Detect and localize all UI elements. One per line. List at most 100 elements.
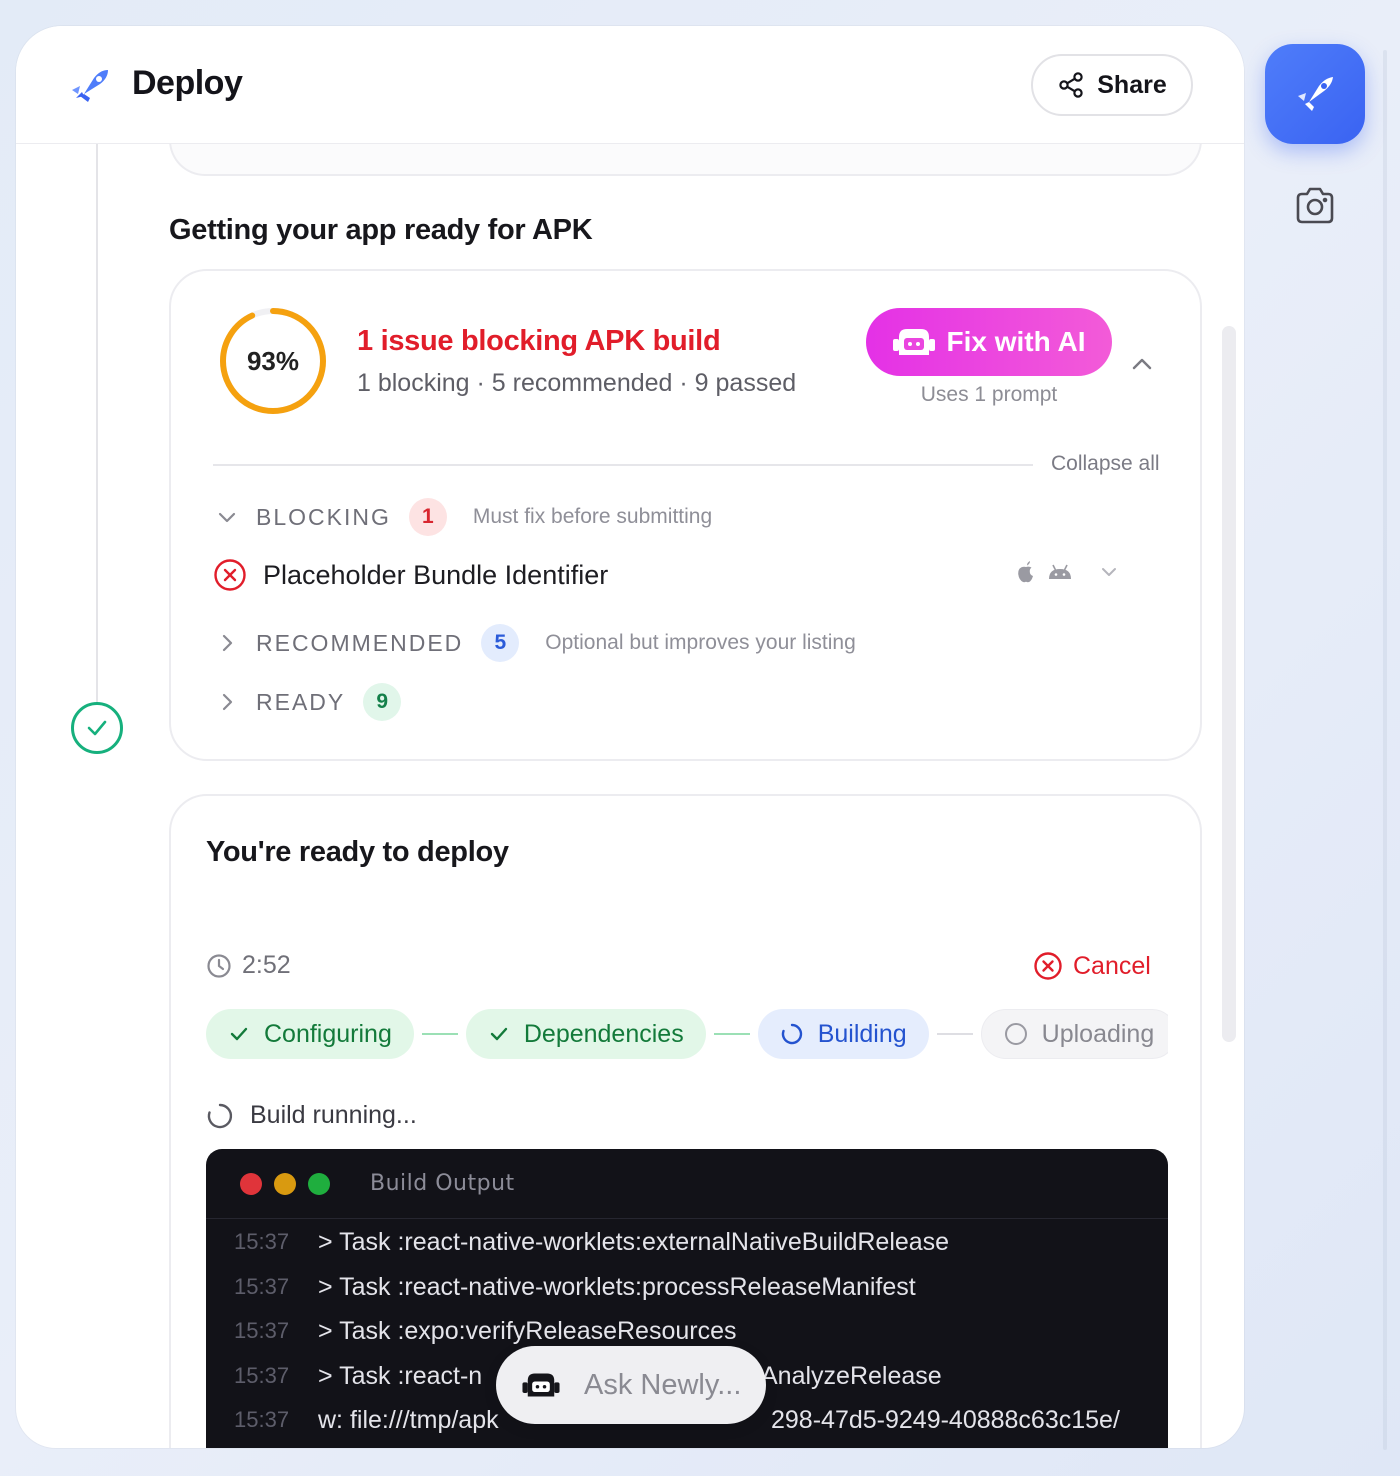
log-time: 15:37	[234, 1318, 290, 1343]
step-connector	[713, 1033, 750, 1035]
check-circle-icon	[71, 702, 123, 754]
log-text: AnalyzeRelease	[761, 1361, 942, 1390]
count-badge: 9	[363, 683, 402, 721]
group-ready[interactable]: READY 9	[216, 683, 402, 721]
issue-item[interactable]: Placeholder Bundle Identifier	[213, 557, 1163, 593]
check-icon	[490, 1027, 508, 1041]
group-blocking[interactable]: BLOCKING 1 Must fix before submitting	[216, 498, 712, 536]
group-recommended[interactable]: RECOMMENDED 5 Optional but improves your…	[216, 624, 856, 662]
group-description: Must fix before submitting	[472, 505, 713, 528]
section-title: Getting your app ready for APK	[169, 214, 593, 246]
log-time: 15:37	[234, 1274, 290, 1299]
app-title: Deploy	[132, 64, 243, 102]
group-label: READY	[256, 688, 346, 715]
log-line-tail: 298-47d5-9249-40888c63c15e/	[771, 1400, 1120, 1440]
group-label: RECOMMENDED	[256, 629, 464, 656]
log-line: 15:37 > Task :react-native-worklets:proc…	[234, 1267, 916, 1307]
log-text: > Task :react-native-worklets:externalNa…	[318, 1227, 950, 1256]
status-text: Build running...	[250, 1101, 417, 1129]
deploy-title: You're ready to deploy	[206, 836, 509, 868]
camera-icon[interactable]	[1294, 186, 1336, 226]
spinner-icon	[781, 1023, 802, 1045]
count-badge: 5	[481, 624, 520, 662]
step-label: Building	[817, 1019, 907, 1048]
step-configuring: Configuring	[206, 1009, 414, 1059]
step-label: Uploading	[1041, 1019, 1155, 1048]
fix-with-ai-button[interactable]: Fix with AI	[866, 308, 1112, 376]
window-close-dot	[240, 1172, 262, 1195]
issue-summary: 1 blocking · 5 recommended · 9 passed	[357, 369, 797, 397]
chevron-right-icon	[222, 693, 233, 711]
count-badge: 1	[408, 498, 447, 536]
log-line: 15:37 > Task :react-native-worklets:exte…	[234, 1222, 949, 1262]
step-connector	[421, 1033, 458, 1035]
share-icon	[1059, 72, 1083, 98]
log-time: 15:37	[234, 1363, 290, 1388]
ask-placeholder: Ask Newly...	[584, 1368, 742, 1401]
group-label: BLOCKING	[256, 503, 391, 530]
spinner-icon	[207, 1103, 233, 1128]
collapse-all-link[interactable]: Collapse all	[1051, 452, 1160, 476]
step-building: Building	[757, 1009, 929, 1059]
readiness-card: 93% 1 issue blocking APK build 1 blockin…	[169, 269, 1202, 761]
step-uploading: Uploading	[980, 1009, 1168, 1059]
log-text: > Task :react-n	[318, 1361, 483, 1390]
step-label: Configuring	[264, 1019, 392, 1048]
terminal-title: Build Output	[370, 1171, 515, 1196]
robot-icon	[892, 329, 935, 355]
ask-ai-input[interactable]: Ask Newly...	[496, 1346, 766, 1424]
group-description: Optional but improves your listing	[545, 631, 856, 654]
top-bar: Deploy Share	[16, 26, 1244, 144]
issue-name: Placeholder Bundle Identifier	[263, 559, 609, 590]
rocket-icon	[1298, 77, 1333, 111]
deploy-rocket-button[interactable]	[1265, 44, 1365, 144]
build-steps: Configuring Dependencies Building Upload…	[206, 1008, 1168, 1060]
log-time: 15:37	[234, 1229, 290, 1254]
fix-button-label: Fix with AI	[946, 326, 1086, 357]
log-line: 15:37 w: file:///tmp/apk	[234, 1400, 499, 1440]
clock-icon	[207, 953, 231, 978]
chevron-right-icon	[222, 634, 233, 652]
log-text: > Task :react-native-worklets:processRel…	[318, 1272, 916, 1301]
cancel-button[interactable]: Cancel	[1033, 951, 1151, 981]
log-time: 15:37	[234, 1407, 290, 1432]
timer-value: 2:52	[242, 951, 291, 979]
cancel-label: Cancel	[1073, 951, 1151, 980]
elapsed-timer: 2:52	[206, 951, 291, 980]
main-panel: Deploy Share Getting your app ready for …	[16, 26, 1244, 1448]
progress-percent: 93%	[246, 345, 300, 376]
check-icon	[230, 1027, 248, 1041]
android-icon	[1049, 564, 1071, 579]
timeline-line	[96, 144, 98, 704]
window-edge	[1383, 50, 1387, 1450]
x-circle-icon	[1034, 952, 1062, 980]
chevron-down-icon[interactable]	[1099, 562, 1119, 582]
share-button[interactable]: Share	[1031, 54, 1193, 116]
x-circle-icon	[214, 559, 246, 591]
log-text: w: file:///tmp/apk	[318, 1405, 499, 1434]
chevron-up-icon[interactable]	[1129, 351, 1155, 377]
log-line: 15:37 > Task :react-n	[234, 1356, 482, 1396]
rocket-logo-icon	[72, 70, 108, 102]
step-label: Dependencies	[523, 1019, 684, 1048]
platform-icons	[1017, 561, 1119, 583]
fix-cost-note: Uses 1 prompt	[920, 383, 1058, 406]
window-maximize-dot	[308, 1172, 330, 1195]
window-minimize-dot	[274, 1172, 296, 1195]
issue-title: 1 issue blocking APK build	[357, 325, 721, 357]
log-text: > Task :expo:verifyReleaseResources	[318, 1316, 737, 1345]
log-line-tail: AnalyzeRelease	[761, 1356, 942, 1396]
log-line: 15:37 > Task :expo:verifyReleaseResource…	[234, 1311, 737, 1351]
terminal-header: Build Output	[206, 1149, 1168, 1219]
build-status: Build running...	[206, 1101, 417, 1130]
log-text: 298-47d5-9249-40888c63c15e/	[771, 1405, 1120, 1434]
apple-icon	[1018, 561, 1033, 583]
chevron-down-icon	[218, 512, 236, 523]
divider	[213, 464, 1033, 466]
robot-icon	[522, 1373, 560, 1397]
step-dependencies: Dependencies	[465, 1009, 706, 1059]
scrollbar[interactable]	[1222, 326, 1236, 1042]
share-label: Share	[1097, 70, 1167, 99]
empty-circle-icon	[1004, 1023, 1027, 1045]
step-connector	[936, 1033, 973, 1035]
